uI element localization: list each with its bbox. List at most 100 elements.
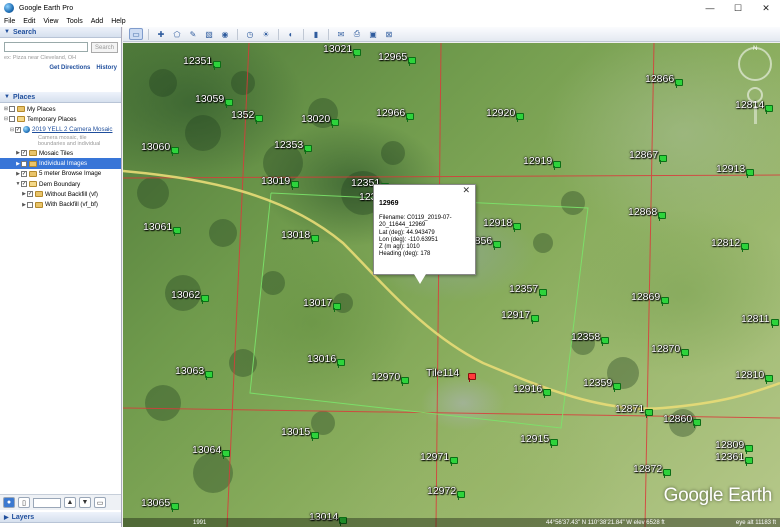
placemark-label[interactable]: 13016 (307, 353, 336, 365)
placemark-pin-icon[interactable] (225, 99, 233, 108)
placemark-label[interactable]: 12872 (633, 463, 662, 475)
map-view[interactable]: 13021 12965 12866 12351 13059 1352 13020 12966 1… (123, 43, 780, 527)
placemark-pin-icon[interactable] (291, 181, 299, 190)
ruler-icon[interactable]: ▮ (309, 28, 323, 40)
placemark-label[interactable]: 13062 (171, 289, 200, 301)
save-image-icon[interactable]: ▣ (366, 28, 380, 40)
close-button[interactable]: ✕ (752, 0, 780, 16)
placemark-pin-icon[interactable] (304, 145, 312, 154)
placemark-label[interactable]: 12871 (615, 403, 644, 415)
compass-ring-icon[interactable]: N (738, 46, 772, 81)
placemark-label[interactable]: 12917 (501, 309, 530, 321)
historical-imagery-icon[interactable]: ◷ (243, 28, 257, 40)
placemark-pin-icon[interactable] (171, 147, 179, 156)
placemark-label[interactable]: 12966 (376, 107, 405, 119)
placemark-pin-icon[interactable] (213, 61, 221, 70)
placemark-pin-icon[interactable] (746, 169, 754, 178)
tree-item-without-backfill[interactable]: ▶ ✓ Without Backfill (vf) (0, 189, 121, 199)
placemark-pin-icon[interactable] (663, 469, 671, 478)
tree-item-browse-image[interactable]: ▶ ✓ 5 meter Browse Image (0, 169, 121, 179)
placemark-pin-icon[interactable] (543, 389, 551, 398)
menu-add[interactable]: Add (91, 18, 103, 25)
placemark-pin-icon[interactable] (741, 243, 749, 252)
placemark-pin-icon[interactable] (645, 409, 653, 418)
placemark-label[interactable]: 13061 (143, 221, 172, 233)
placemark-pin-icon[interactable] (661, 297, 669, 306)
placemark-label[interactable]: 12357 (509, 283, 538, 295)
tree-item-with-backfill[interactable]: ▶ With Backfill (vf_bf) (0, 200, 121, 210)
placemark-pin-icon[interactable] (516, 113, 524, 122)
checkbox[interactable] (27, 201, 33, 208)
placemark-label[interactable]: 12915 (520, 433, 549, 445)
checkbox[interactable] (9, 106, 15, 113)
placemark-label[interactable]: 13019 (261, 175, 290, 187)
placemark-label[interactable]: 12869 (631, 291, 660, 303)
placemark-label[interactable]: 13021 (323, 43, 352, 55)
placemark-pin-icon[interactable] (539, 289, 547, 298)
placemark-pin-icon[interactable] (613, 383, 621, 392)
print-icon[interactable]: ⎙ (350, 28, 364, 40)
add-path-icon[interactable]: ✎ (186, 28, 200, 40)
add-polygon-icon[interactable]: ⬠ (170, 28, 184, 40)
tree-item-camera-mosaic[interactable]: ⊟ ✓ 2019 YELL 2 Camera Mosaic (0, 125, 121, 135)
placemark-label[interactable]: 13065 (141, 497, 170, 509)
tree-item-dem-boundary[interactable]: ▼ ✓ Dem Boundary (0, 179, 121, 189)
sidebar-view-icon[interactable]: ▯ (18, 497, 30, 508)
placemark-label[interactable]: 12812 (711, 237, 740, 249)
look-joystick-icon[interactable] (747, 87, 763, 103)
placemark-label[interactable]: 12868 (628, 206, 657, 218)
down-icon[interactable]: ▼ (79, 497, 91, 508)
folder-browse-icon[interactable]: ▭ (94, 497, 106, 508)
menu-help[interactable]: Help (111, 18, 125, 25)
placemark-pin-icon[interactable] (222, 450, 230, 459)
placemark-label[interactable]: 12860 (663, 413, 692, 425)
sun-icon[interactable]: ☀ (259, 28, 273, 40)
placemark-pin-icon[interactable] (765, 375, 773, 384)
placemark-pin-icon[interactable] (693, 419, 701, 428)
placemark-label[interactable]: 12970 (371, 371, 400, 383)
tree-item-temporary-places[interactable]: ⊟ Temporary Places (0, 114, 121, 124)
placemark-pin-icon[interactable] (531, 315, 539, 324)
switch-planet-icon[interactable]: ◐ (284, 28, 298, 40)
menu-file[interactable]: File (4, 18, 15, 25)
places-panel-header[interactable]: ▼ Places (0, 92, 121, 103)
placemark-label[interactable]: 12361 (715, 451, 744, 463)
placemark-label[interactable]: 13017 (303, 297, 332, 309)
placemark-label[interactable]: 12920 (486, 107, 515, 119)
placemark-label[interactable]: 12918 (483, 217, 512, 229)
checkbox[interactable]: ✓ (21, 160, 27, 167)
earth-view-icon[interactable]: ● (3, 497, 15, 508)
placemark-label[interactable]: 12870 (651, 343, 680, 355)
placemark-label[interactable]: 13020 (301, 113, 330, 125)
up-icon[interactable]: ▲ (64, 497, 76, 508)
placemark-pin-icon[interactable] (553, 161, 561, 170)
placemark-label[interactable]: 13064 (192, 444, 221, 456)
menu-view[interactable]: View (43, 18, 58, 25)
minimize-button[interactable]: — (696, 0, 724, 16)
search-button[interactable]: Search (91, 42, 118, 53)
placemark-label[interactable]: 12359 (583, 377, 612, 389)
placemark-pin-icon[interactable] (658, 212, 666, 221)
balloon-close-button[interactable]: ✕ (462, 185, 470, 194)
placemark-pin-icon[interactable] (601, 337, 609, 346)
placemark-label[interactable]: 12866 (645, 73, 674, 85)
placemark-pin-icon[interactable] (353, 49, 361, 58)
placemark-label[interactable]: 12971 (420, 451, 449, 463)
placemark-pin-icon[interactable] (450, 457, 458, 466)
checkbox[interactable]: ✓ (21, 150, 27, 157)
zoom-slider[interactable] (753, 106, 757, 124)
placemark-label[interactable]: 13059 (195, 93, 224, 105)
placemark-pin-icon[interactable] (173, 227, 181, 236)
placemark-label[interactable]: 13063 (175, 365, 204, 377)
placemark-label[interactable]: 12810 (735, 369, 764, 381)
placemark-label[interactable]: 12809 (715, 439, 744, 451)
placemark-label[interactable]: 12351 (183, 55, 212, 67)
placemark-pin-icon[interactable] (333, 303, 341, 312)
placemark-label[interactable]: 12919 (523, 155, 552, 167)
placemark-pin-icon[interactable] (493, 241, 501, 250)
placemark-pin-icon[interactable] (401, 377, 409, 386)
checkbox[interactable]: ✓ (21, 170, 27, 177)
placemark-pin-icon[interactable] (659, 155, 667, 164)
placemark-label[interactable]: Tile114 (426, 367, 459, 379)
navigation-controls[interactable]: N (736, 46, 774, 127)
